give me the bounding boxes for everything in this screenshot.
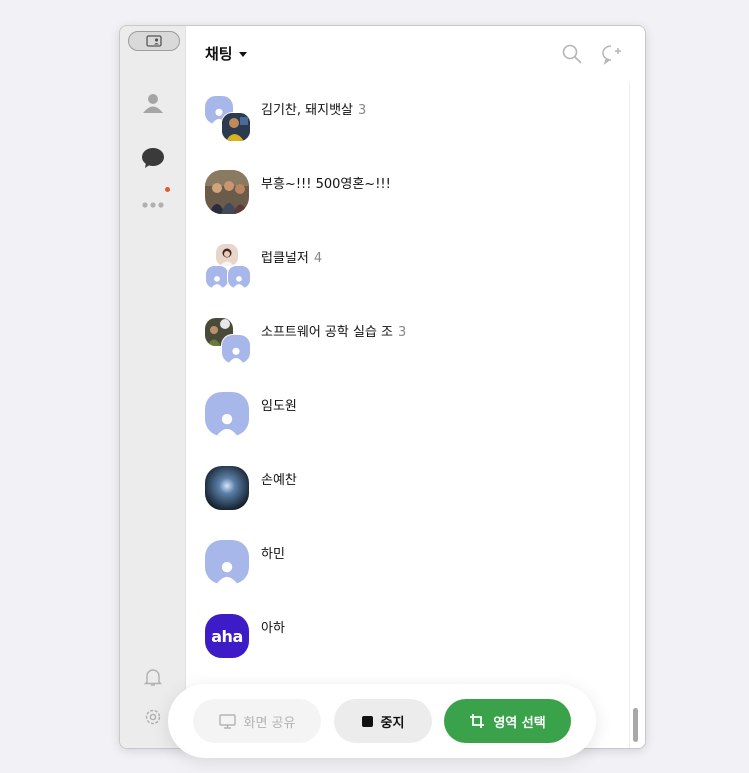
default-avatar xyxy=(205,540,249,584)
chat-name: 김기찬, 돼지뱃살 xyxy=(261,103,353,118)
photo-avatar xyxy=(205,170,249,214)
profile-switch-icon xyxy=(146,35,162,47)
screen-share-icon xyxy=(218,713,236,729)
aha-logo-avatar: aha xyxy=(205,614,249,658)
search-icon[interactable] xyxy=(561,43,583,65)
page-title: 채팅 xyxy=(205,45,233,63)
chat-row[interactable]: 김기찬, 돼지뱃살 3 xyxy=(186,82,629,156)
member-count: 4 xyxy=(313,251,323,266)
default-avatar xyxy=(205,392,249,436)
crop-icon xyxy=(470,714,485,728)
chat-name: 임도원 xyxy=(261,399,297,414)
chat-row[interactable]: 소프트웨어 공학 실습 조 3 xyxy=(186,304,629,378)
select-area-label: 영역 선택 xyxy=(493,715,546,731)
chat-row[interactable]: 부흥~!!! 500영혼~!!! xyxy=(186,156,629,230)
chat-name: 손예찬 xyxy=(261,473,297,488)
scrollbar[interactable] xyxy=(629,82,641,748)
select-area-button[interactable]: 영역 선택 xyxy=(444,699,571,743)
notification-dot xyxy=(165,187,170,192)
screen-share-button[interactable]: 화면 공유 xyxy=(193,699,321,743)
settings-icon[interactable] xyxy=(140,704,166,730)
bell-icon[interactable] xyxy=(140,664,166,690)
new-chat-icon[interactable] xyxy=(601,43,623,65)
chat-list-panel: 채팅 김기찬, 돼지뱃살 3 부흥~!!! 500영혼~!!! 럽클널저 4 소… xyxy=(186,26,645,748)
chat-name: 아하 xyxy=(261,621,285,636)
group-avatar xyxy=(205,318,251,364)
chat-row[interactable]: 하민 xyxy=(186,526,629,600)
chat-row[interactable]: 임도원 xyxy=(186,378,629,452)
caret-down-icon xyxy=(238,52,247,57)
member-count: 3 xyxy=(358,103,367,118)
group-avatar xyxy=(205,96,251,142)
screen-capture-toolbar: 화면 공유 중지 영역 선택 xyxy=(168,684,596,758)
chat-name: 부흥~!!! 500영혼~!!! xyxy=(261,177,391,192)
sidebar xyxy=(120,26,186,748)
member-count: 3 xyxy=(398,325,407,340)
stop-button[interactable]: 중지 xyxy=(334,699,432,743)
profile-switch-button[interactable] xyxy=(128,31,180,51)
app-window: 채팅 김기찬, 돼지뱃살 3 부흥~!!! 500영혼~!!! 럽클널저 4 소… xyxy=(119,25,646,749)
stop-label: 중지 xyxy=(380,715,405,731)
scrollbar-thumb[interactable] xyxy=(633,708,638,742)
more-icon[interactable] xyxy=(140,192,166,218)
chat-name: 하민 xyxy=(261,547,285,562)
friends-icon[interactable] xyxy=(140,90,166,116)
chat-filter-dropdown[interactable]: 채팅 xyxy=(205,43,247,64)
aha-logo: aha xyxy=(211,626,243,646)
chat-row[interactable]: 손예찬 xyxy=(186,452,629,526)
chat-name: 소프트웨어 공학 실습 조 xyxy=(261,325,393,340)
stop-icon xyxy=(361,715,373,727)
screen-share-label: 화면 공유 xyxy=(243,715,296,731)
header: 채팅 xyxy=(186,26,645,82)
chat-row[interactable]: 럽클널저 4 xyxy=(186,230,629,304)
group-avatar xyxy=(205,244,251,289)
chat-row[interactable]: aha 아하 xyxy=(186,600,629,674)
chat-name: 럽클널저 xyxy=(261,251,309,266)
photo-avatar xyxy=(205,466,249,510)
chat-icon[interactable] xyxy=(140,145,166,171)
chat-list: 김기찬, 돼지뱃살 3 부흥~!!! 500영혼~!!! 럽클널저 4 소프트웨… xyxy=(186,82,629,748)
